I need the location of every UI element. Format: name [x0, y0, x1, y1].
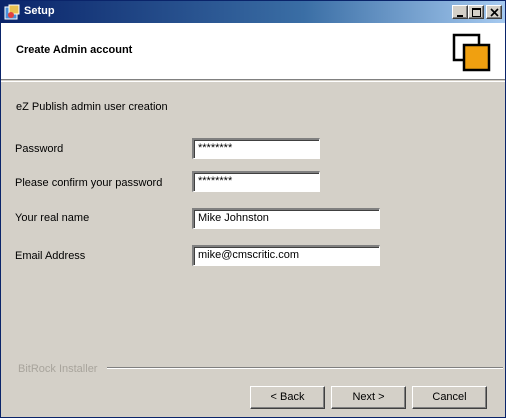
- setup-window: Setup Create Admin account eZ Publish ad…: [0, 0, 506, 418]
- title-bar[interactable]: Setup: [1, 1, 505, 23]
- minimize-button[interactable]: [452, 5, 468, 19]
- password-label: Password: [15, 143, 64, 155]
- back-button[interactable]: < Back: [250, 386, 325, 409]
- setup-app-icon[interactable]: [4, 4, 20, 20]
- maximize-icon: [472, 8, 481, 17]
- form-subtitle: eZ Publish admin user creation: [16, 101, 168, 113]
- email-label: Email Address: [15, 250, 86, 262]
- installer-brand: BitRock Installer: [18, 363, 98, 375]
- real-name-field[interactable]: Mike Johnston: [192, 208, 380, 229]
- close-icon: [490, 8, 499, 17]
- real-name-label: Your real name: [15, 212, 90, 224]
- window-title: Setup: [24, 5, 55, 17]
- installer-logo-icon: [452, 33, 492, 73]
- next-button[interactable]: Next >: [331, 386, 406, 409]
- page-header: Create Admin account: [1, 23, 505, 80]
- header-divider: [1, 81, 505, 82]
- footer-divider-highlight: [107, 368, 503, 369]
- cancel-button[interactable]: Cancel: [412, 386, 487, 409]
- maximize-button[interactable]: [468, 5, 484, 19]
- close-button[interactable]: [486, 5, 502, 19]
- email-field[interactable]: mike@cmscritic.com: [192, 245, 380, 266]
- confirm-password-field[interactable]: ********: [192, 171, 320, 192]
- minimize-icon: [457, 15, 463, 17]
- password-field[interactable]: ********: [192, 138, 320, 159]
- page-title: Create Admin account: [16, 44, 133, 56]
- confirm-password-label: Please confirm your password: [15, 177, 163, 189]
